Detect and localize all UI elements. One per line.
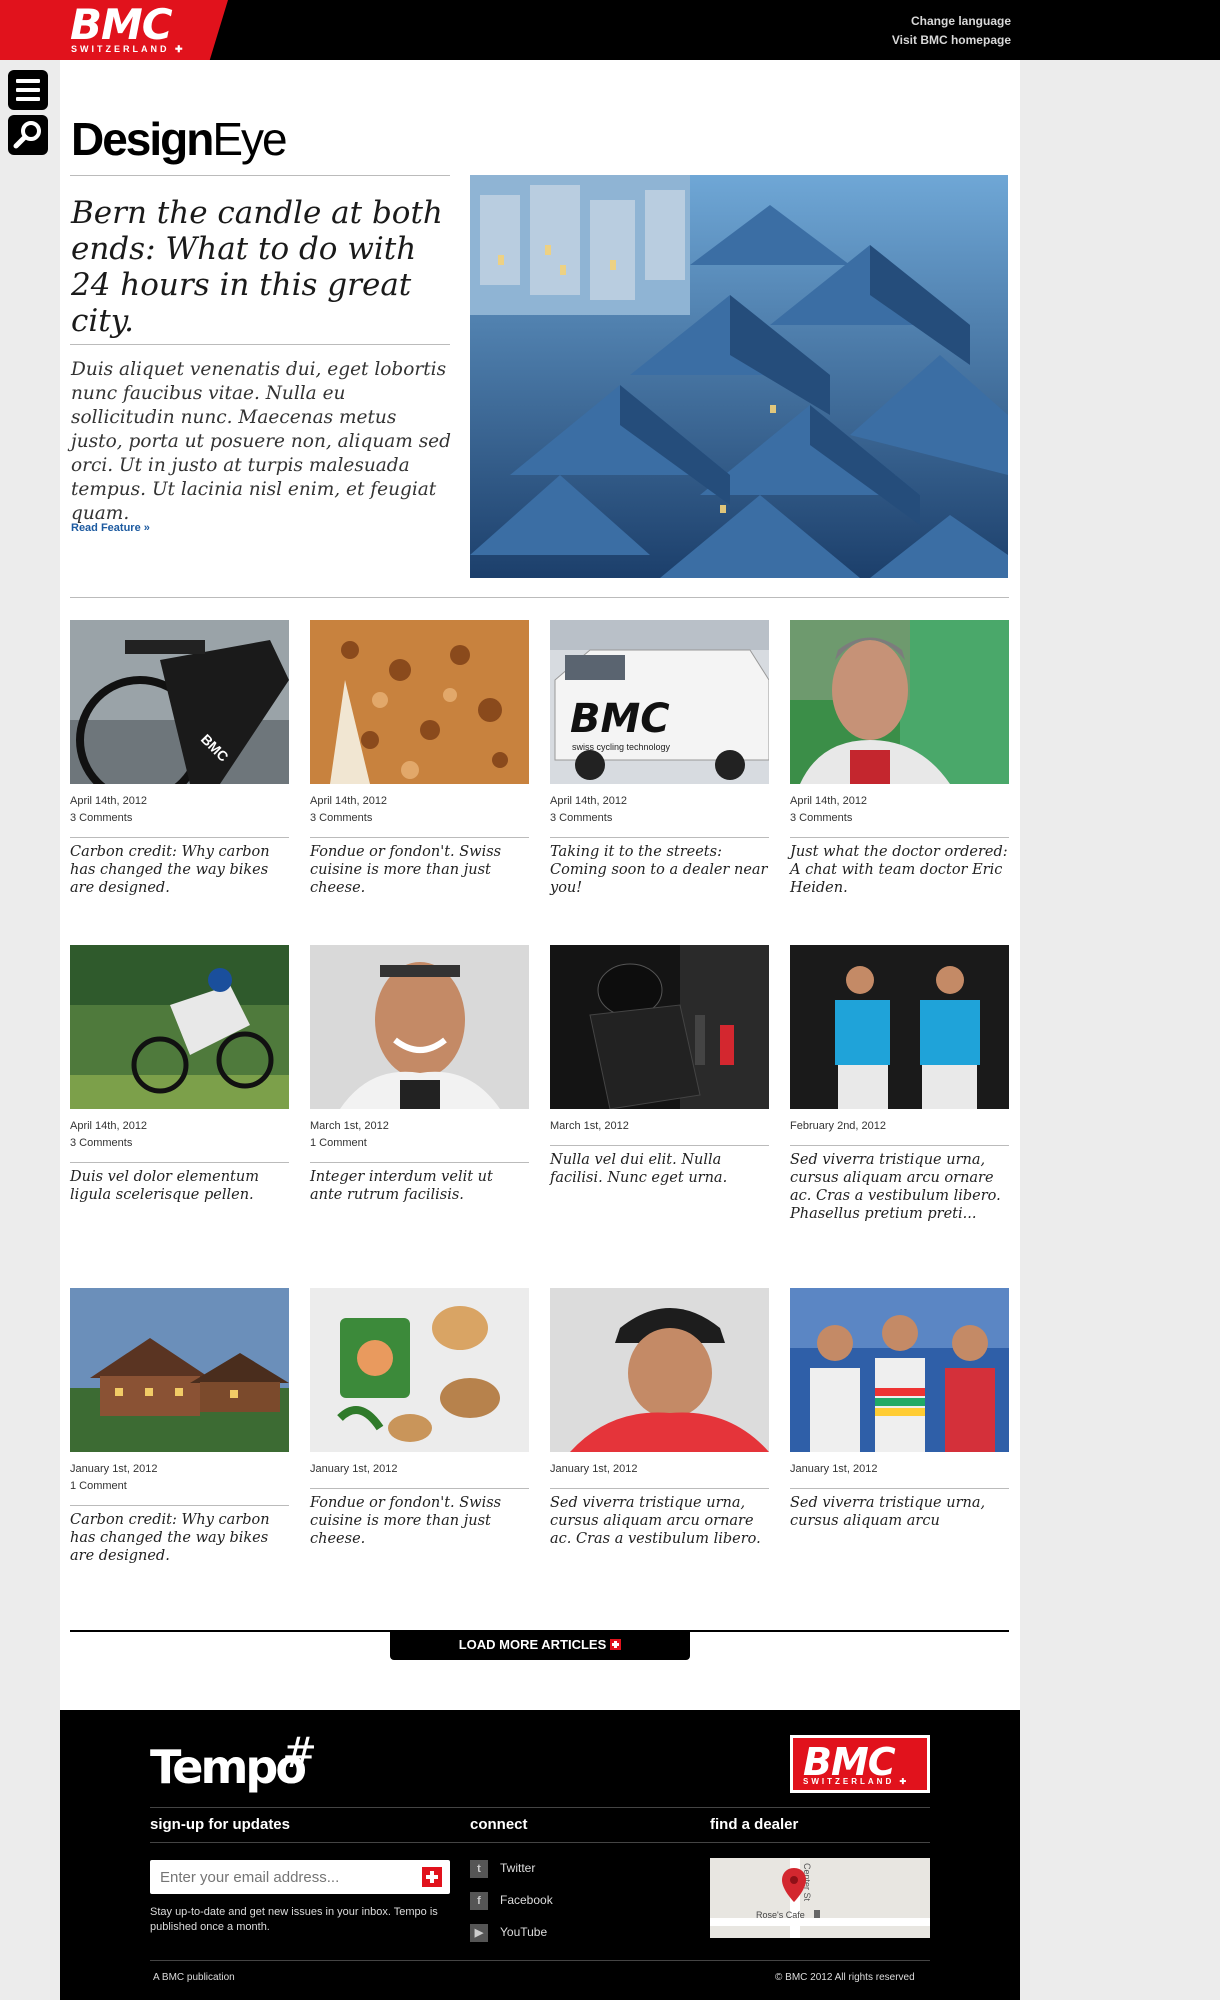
article-image-plated-dish <box>310 1288 529 1452</box>
section-divider <box>70 597 1009 598</box>
article-meta: April 14th, 2012 3 Comments <box>70 1120 148 1149</box>
youtube-icon: ▶ <box>470 1924 488 1942</box>
twitter-icon: t <box>470 1860 488 1878</box>
divider <box>70 344 450 345</box>
copyright: © BMC 2012 All rights reserved <box>775 1972 915 1983</box>
article-meta: April 14th, 2012 3 Comments <box>70 795 148 824</box>
hero-image-bern-rooftops[interactable] <box>470 175 1008 578</box>
article-title[interactable]: Carbon credit: Why carbon has changed th… <box>70 1511 289 1565</box>
article-title[interactable]: Taking it to the streets: Coming soon to… <box>550 843 769 897</box>
article-title[interactable]: Carbon credit: Why carbon has changed th… <box>70 843 289 897</box>
article-meta: April 14th, 2012 3 Comments <box>790 795 868 824</box>
email-input[interactable] <box>150 1860 400 1894</box>
article-title[interactable]: Integer interdum velit ut ante rutrum fa… <box>310 1168 529 1204</box>
article-card[interactable]: January 1st, 2012 1 Comment Carbon credit… <box>70 1288 289 1565</box>
article-title[interactable]: Sed viverra tristique urna, cursus aliqu… <box>790 1494 1009 1530</box>
map-place-label: Rose's Cafe <box>756 1910 805 1920</box>
article-card[interactable]: January 1st, 2012 Fondue or fondon't. Sw… <box>310 1288 529 1548</box>
submit-email-button[interactable] <box>422 1867 442 1887</box>
article-meta: April 14th, 2012 3 Comments <box>550 795 628 824</box>
footer-divider <box>150 1960 930 1961</box>
article-title[interactable]: Duis vel dolor elementum ligula sceleris… <box>70 1168 289 1204</box>
dealer-heading: find a dealer <box>710 1816 799 1833</box>
article-card[interactable]: March 1st, 2012 1 Comment Integer interdu… <box>310 945 529 1204</box>
article-meta: January 1st, 2012 <box>790 1463 878 1475</box>
connect-heading: connect <box>470 1816 528 1833</box>
article-meta: March 1st, 2012 1 Comment <box>310 1120 389 1149</box>
bmc-homepage-link[interactable]: Visit BMC homepage <box>892 31 1011 50</box>
dealer-map[interactable]: Center St Rose's Cafe <box>710 1858 930 1938</box>
divider <box>70 175 450 176</box>
article-image-chalet <box>70 1288 289 1452</box>
email-signup-field <box>150 1860 450 1894</box>
signup-info: Stay up-to-date and get new issues in yo… <box>150 1906 438 1933</box>
article-meta: January 1st, 2012 <box>310 1463 398 1475</box>
article-meta: April 14th, 2012 3 Comments <box>310 795 388 824</box>
footer-bmc-logo[interactable]: BMC SWITZERLAND ✚ <box>790 1735 930 1793</box>
header-links: Change language Visit BMC homepage <box>892 12 1011 50</box>
logo-text: BMC <box>70 0 173 49</box>
facebook-link[interactable]: f Facebook <box>470 1892 553 1910</box>
article-meta: January 1st, 2012 1 Comment <box>70 1463 158 1492</box>
article-image-team-riders <box>790 945 1009 1109</box>
swiss-cross-icon <box>610 1639 622 1650</box>
publication-note: A BMC publication <box>153 1972 235 1983</box>
article-card[interactable]: BMC swiss cycling technology April 14th,… <box>550 620 769 897</box>
article-image-podium-riders <box>790 1288 1009 1452</box>
article-image-team-doctor <box>790 620 1009 784</box>
article-title[interactable]: Sed viverra tristique urna, cursus aliqu… <box>790 1151 1009 1223</box>
article-image-smiling-rider <box>310 945 529 1109</box>
read-feature-link[interactable]: Read Feature » <box>71 522 150 534</box>
footer: Tempo # BMC SWITZERLAND ✚ sign-up for up… <box>60 1710 1020 2000</box>
article-meta: January 1st, 2012 <box>550 1463 638 1475</box>
hero-excerpt: Duis aliquet venenatis dui, eget loborti… <box>71 359 451 524</box>
search-button[interactable] <box>8 115 48 155</box>
article-meta: March 1st, 2012 <box>550 1120 629 1132</box>
article-title[interactable]: Nulla vel dui elit. Nulla facilisi. Nunc… <box>550 1151 769 1187</box>
search-icon <box>13 121 41 149</box>
designeye-title: DesignEye <box>71 113 288 165</box>
article-card[interactable]: January 1st, 2012 Sed viverra tristique … <box>790 1288 1009 1530</box>
map-cafe-icon <box>814 1910 820 1918</box>
signup-heading: sign-up for updates <box>150 1816 290 1833</box>
tempo-logo: Tempo <box>150 1740 307 1794</box>
menu-button[interactable] <box>8 70 48 110</box>
bmc-logo[interactable]: BMC SWITZERLAND ✚ <box>0 0 228 60</box>
article-card[interactable]: March 1st, 2012 Nulla vel dui elit. Null… <box>550 945 769 1187</box>
facebook-icon: f <box>470 1892 488 1910</box>
load-more-button[interactable]: LOAD MORE ARTICLES <box>390 1630 690 1660</box>
article-image-swiss-food <box>310 620 529 784</box>
article-title[interactable]: Fondue or fondon't. Swiss cuisine is mor… <box>310 843 529 897</box>
footer-divider <box>150 1842 930 1843</box>
article-image-rider-cap <box>550 1288 769 1452</box>
hero-title[interactable]: Bern the candle at both ends: What to do… <box>71 195 451 339</box>
change-language-link[interactable]: Change language <box>892 12 1011 31</box>
article-image-carbon-bike: BMC <box>70 620 289 784</box>
article-card[interactable]: April 14th, 2012 3 Comments Just what the… <box>790 620 1009 897</box>
article-image-rider-on-trainer <box>550 945 769 1109</box>
article-card[interactable]: January 1st, 2012 Sed viverra tristique … <box>550 1288 769 1548</box>
article-card[interactable]: April 14th, 2012 3 Comments Fondue or fon… <box>310 620 529 897</box>
footer-divider <box>150 1807 930 1808</box>
article-card[interactable]: BMC April 14th, 2012 3 Comments Carbon cr… <box>70 620 289 897</box>
top-bar: BMC SWITZERLAND ✚ Change language Visit … <box>0 0 1220 60</box>
article-title[interactable]: Just what the doctor ordered: A chat wit… <box>790 843 1009 897</box>
article-image-bmc-van: BMC swiss cycling technology <box>550 620 769 784</box>
article-card[interactable]: February 2nd, 2012 Sed viverra tristique… <box>790 945 1009 1223</box>
tempo-hash-mark: # <box>282 1728 318 1777</box>
logo-subtitle: SWITZERLAND ✚ <box>71 44 186 54</box>
article-title[interactable]: Sed viverra tristique urna, cursus aliqu… <box>550 1494 769 1548</box>
youtube-link[interactable]: ▶ YouTube <box>470 1924 547 1942</box>
article-title[interactable]: Fondue or fondon't. Swiss cuisine is mor… <box>310 1494 529 1548</box>
article-card[interactable]: April 14th, 2012 3 Comments Duis vel dolo… <box>70 945 289 1204</box>
twitter-link[interactable]: t Twitter <box>470 1860 535 1878</box>
article-meta: February 2nd, 2012 <box>790 1120 887 1132</box>
article-image-racing-cyclist <box>70 945 289 1109</box>
svg-text:BMC: BMC <box>570 696 670 742</box>
